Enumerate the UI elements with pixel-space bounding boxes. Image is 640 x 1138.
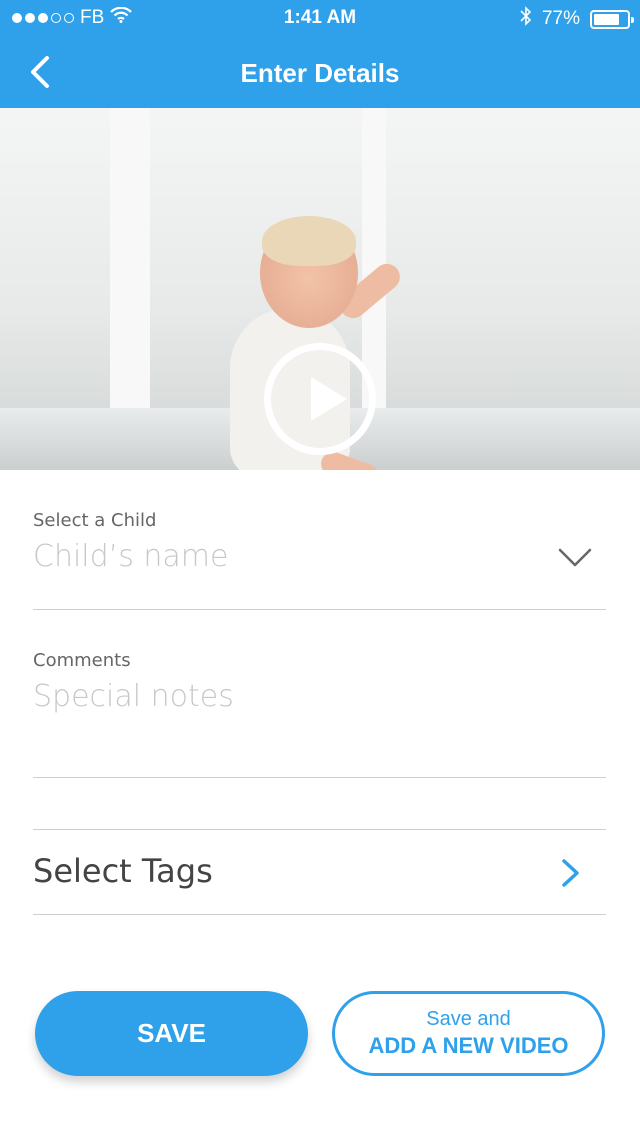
comments-field[interactable]: Comments Special notes [33,650,606,714]
chevron-down-icon[interactable] [558,546,592,570]
comments-label: Comments [33,650,131,671]
child-select-label: Select a Child [33,510,157,531]
battery-percent: 77% [541,8,580,29]
chevron-right-icon [562,859,579,887]
play-button[interactable] [264,343,376,455]
select-tags-row[interactable]: Select Tags [33,830,606,914]
baby-hair [262,216,356,266]
page-title: Enter Details [240,58,400,88]
child-select[interactable]: Select a Child Child’s name [33,510,606,574]
save-and-add-line1: Save and [426,1008,511,1030]
save-and-add-line2: ADD A NEW VIDEO [368,1033,569,1058]
bluetooth-icon [520,6,532,32]
child-select-placeholder: Child’s name [33,539,229,574]
select-tags-label: Select Tags [33,852,213,890]
battery-fill [594,13,619,25]
play-icon [311,377,347,421]
status-right: 77% [520,6,634,32]
status-bar: FB 1:41 AM 77% [0,0,640,36]
nav-bar: Enter Details [0,36,640,108]
video-thumbnail[interactable] [0,108,640,470]
divider [33,609,606,610]
battery-icon [590,9,634,29]
top-bar: FB 1:41 AM 77% Enter Details [0,0,640,108]
comments-placeholder: Special notes [33,679,234,714]
divider [33,914,606,915]
save-button[interactable]: SAVE [35,991,308,1076]
save-and-add-new-video-button[interactable]: Save and ADD A NEW VIDEO [332,991,605,1076]
divider [33,777,606,778]
